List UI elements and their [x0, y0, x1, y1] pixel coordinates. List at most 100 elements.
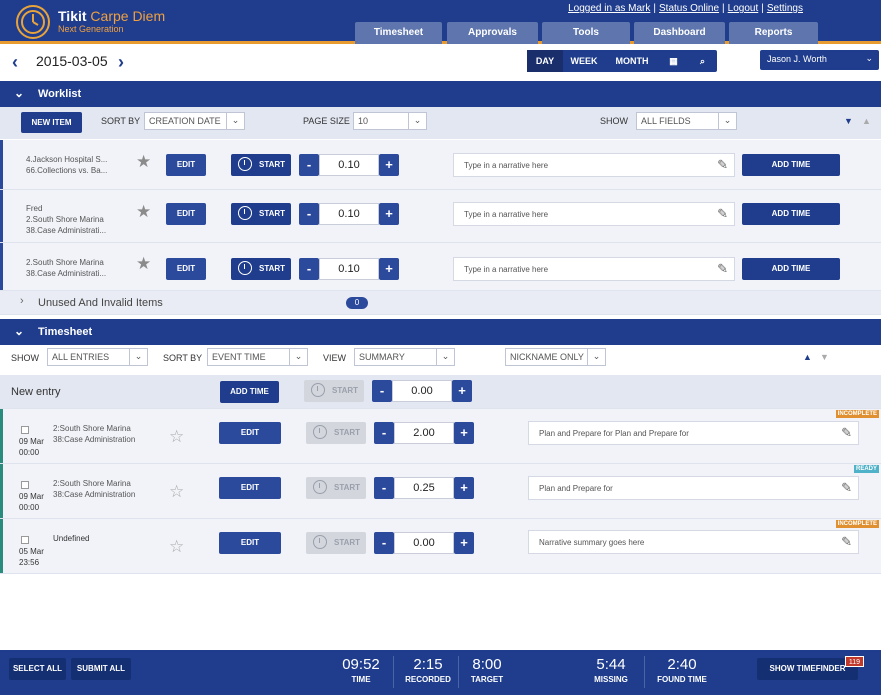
- start-button[interactable]: START: [304, 380, 364, 402]
- increment-button[interactable]: +: [379, 203, 399, 225]
- start-button[interactable]: START: [306, 422, 366, 444]
- time-value[interactable]: 0.10: [319, 154, 379, 176]
- view-select[interactable]: SUMMARY ⌄: [354, 348, 455, 366]
- tab-timesheet[interactable]: Timesheet: [355, 22, 442, 44]
- sort-by-select[interactable]: EVENT TIME ⌄: [207, 348, 308, 366]
- logged-in-link[interactable]: Logged in as Mark: [568, 3, 650, 14]
- star-outline-icon[interactable]: ☆: [169, 537, 184, 557]
- row-checkbox[interactable]: [21, 481, 29, 489]
- select-all-button[interactable]: SELECT ALL: [9, 658, 66, 680]
- pencil-icon[interactable]: ✎: [717, 206, 728, 222]
- time-value[interactable]: 0.10: [319, 258, 379, 280]
- start-button[interactable]: START: [231, 258, 291, 280]
- edit-button[interactable]: EDIT: [219, 477, 281, 499]
- tab-dashboard[interactable]: Dashboard: [634, 22, 725, 44]
- pencil-icon[interactable]: ✎: [717, 157, 728, 173]
- decrement-button[interactable]: -: [299, 258, 319, 280]
- user-dropdown[interactable]: Jason J. Worth ⌄: [760, 50, 879, 70]
- show-fields-select[interactable]: ALL FIELDS ⌄: [636, 112, 737, 130]
- show-entries-select[interactable]: ALL ENTRIES ⌄: [47, 348, 148, 366]
- decrement-button[interactable]: -: [374, 422, 394, 444]
- edit-button[interactable]: EDIT: [166, 154, 206, 176]
- time-value[interactable]: 0.10: [319, 203, 379, 225]
- decrement-button[interactable]: -: [299, 154, 319, 176]
- show-timefinder-button[interactable]: SHOW TIMEFINDER: [757, 658, 858, 680]
- settings-link[interactable]: Settings: [767, 3, 803, 14]
- sort-asc-icon[interactable]: ▲: [803, 352, 812, 362]
- nickname-select[interactable]: NICKNAME ONLY ⌄: [505, 348, 606, 366]
- timesheet-header[interactable]: ⌄ Timesheet: [0, 319, 881, 345]
- edit-button[interactable]: EDIT: [219, 532, 281, 554]
- row-nickname: Fred: [26, 204, 43, 213]
- clock-icon: [313, 425, 327, 439]
- sort-desc-icon[interactable]: ▼: [844, 116, 853, 126]
- sort-asc-icon[interactable]: ▲: [862, 116, 871, 126]
- time-value[interactable]: 2.00: [394, 422, 454, 444]
- narrative-input[interactable]: Plan and Prepare for Plan and Prepare fo…: [528, 421, 859, 445]
- pencil-icon[interactable]: ✎: [717, 261, 728, 277]
- logout-link[interactable]: Logout: [728, 3, 759, 14]
- start-button[interactable]: START: [231, 203, 291, 225]
- decrement-button[interactable]: -: [299, 203, 319, 225]
- row-checkbox[interactable]: [21, 536, 29, 544]
- tab-tools[interactable]: Tools: [542, 22, 630, 44]
- decrement-button[interactable]: -: [374, 532, 394, 554]
- brand-title: Tikit Carpe Diem: [58, 8, 166, 24]
- unused-items-label: Unused And Invalid Items: [38, 297, 163, 309]
- stat-found-time: 2:40 FOUND TIME: [657, 656, 707, 684]
- decrement-button[interactable]: -: [372, 380, 392, 402]
- add-time-button[interactable]: ADD TIME: [742, 258, 840, 280]
- unused-items-row[interactable]: › Unused And Invalid Items 0: [0, 291, 881, 315]
- star-icon[interactable]: ★: [136, 254, 151, 274]
- new-item-button[interactable]: NEW ITEM: [21, 112, 82, 133]
- day-view-button[interactable]: DAY: [527, 50, 563, 72]
- month-view-button[interactable]: MONTH: [605, 50, 659, 72]
- narrative-input[interactable]: Plan and Prepare for ✎: [528, 476, 859, 500]
- increment-button[interactable]: +: [454, 532, 474, 554]
- week-view-button[interactable]: WEEK: [563, 50, 605, 72]
- edit-button[interactable]: EDIT: [219, 422, 281, 444]
- star-outline-icon[interactable]: ☆: [169, 427, 184, 447]
- edit-button[interactable]: EDIT: [166, 258, 206, 280]
- start-button[interactable]: START: [306, 477, 366, 499]
- increment-button[interactable]: +: [379, 258, 399, 280]
- edit-button[interactable]: EDIT: [166, 203, 206, 225]
- increment-button[interactable]: +: [454, 422, 474, 444]
- narrative-input[interactable]: Type in a narrative here ✎: [453, 153, 735, 177]
- star-icon[interactable]: ★: [136, 202, 151, 222]
- next-date-icon[interactable]: ›: [118, 52, 124, 73]
- calendar-icon[interactable]: ▦: [659, 50, 688, 72]
- narrative-input[interactable]: Type in a narrative here ✎: [453, 257, 735, 281]
- prev-date-icon[interactable]: ‹: [12, 52, 18, 73]
- star-outline-icon[interactable]: ☆: [169, 482, 184, 502]
- pencil-icon[interactable]: ✎: [841, 534, 852, 550]
- tab-reports[interactable]: Reports: [729, 22, 818, 44]
- add-time-button[interactable]: ADD TIME: [742, 154, 840, 176]
- worklist-header[interactable]: ⌄ Worklist: [0, 81, 881, 107]
- add-time-button[interactable]: ADD TIME: [220, 381, 279, 403]
- start-button[interactable]: START: [231, 154, 291, 176]
- star-icon[interactable]: ★: [136, 152, 151, 172]
- pencil-icon[interactable]: ✎: [841, 480, 852, 496]
- time-value[interactable]: 0.00: [392, 380, 452, 402]
- increment-button[interactable]: +: [379, 154, 399, 176]
- narrative-input[interactable]: Type in a narrative here ✎: [453, 202, 735, 226]
- page-size-select[interactable]: 10 ⌄: [353, 112, 427, 130]
- start-button[interactable]: START: [306, 532, 366, 554]
- search-icon[interactable]: ⌕: [688, 50, 717, 72]
- row-checkbox[interactable]: [21, 426, 29, 434]
- narrative-input[interactable]: Narrative summary goes here ✎: [528, 530, 859, 554]
- sort-desc-icon[interactable]: ▼: [820, 352, 829, 362]
- increment-button[interactable]: +: [454, 477, 474, 499]
- submit-all-button[interactable]: SUBMIT ALL: [71, 658, 131, 680]
- worklist-row: 2.South Shore Marina 38.Case Administrati…: [0, 243, 881, 291]
- sort-by-select[interactable]: CREATION DATE ⌄: [144, 112, 245, 130]
- status-link[interactable]: Status Online: [659, 3, 719, 14]
- increment-button[interactable]: +: [452, 380, 472, 402]
- tab-approvals[interactable]: Approvals: [447, 22, 538, 44]
- time-value[interactable]: 0.25: [394, 477, 454, 499]
- time-value[interactable]: 0.00: [394, 532, 454, 554]
- pencil-icon[interactable]: ✎: [841, 425, 852, 441]
- add-time-button[interactable]: ADD TIME: [742, 203, 840, 225]
- decrement-button[interactable]: -: [374, 477, 394, 499]
